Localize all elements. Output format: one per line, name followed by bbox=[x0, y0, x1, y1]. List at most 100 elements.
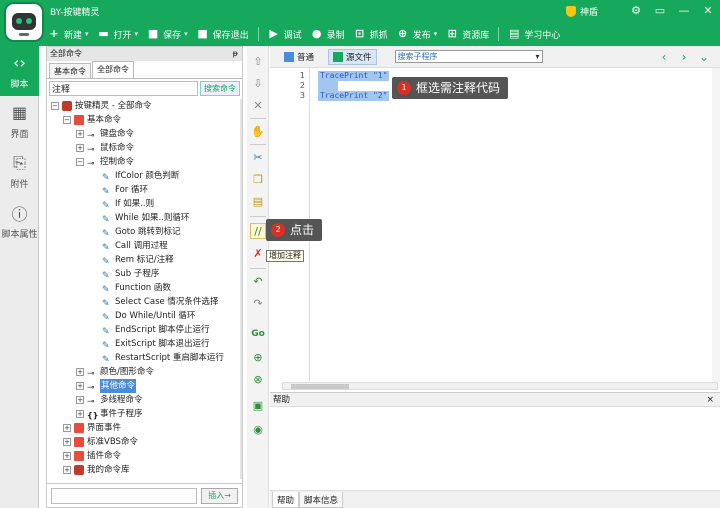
expand-icon[interactable]: + bbox=[63, 438, 71, 446]
tree-item[interactable]: + 插件命令 bbox=[63, 449, 121, 463]
copy-icon[interactable]: ❐ bbox=[250, 172, 266, 188]
tab-help[interactable]: 帮助 bbox=[272, 492, 300, 508]
tree-item[interactable]: + 键盘命令 bbox=[76, 127, 134, 141]
expand-icon[interactable]: + bbox=[63, 452, 71, 460]
chevron-left-icon[interactable]: ‹ bbox=[654, 49, 674, 65]
toolbar-button-8[interactable]: ⊞ 资源库 bbox=[446, 28, 490, 41]
tree-item[interactable]: − 控制命令 bbox=[76, 155, 134, 169]
tree-scrollbar[interactable] bbox=[240, 99, 242, 479]
tree-item[interactable]: Do While/Until 循环 bbox=[102, 309, 195, 323]
code-editor[interactable]: 123 TracePrint "1" TracePrint "2" bbox=[270, 68, 720, 390]
collapse-icon[interactable]: − bbox=[76, 158, 84, 166]
tree-item[interactable]: +{} 事件子程序 bbox=[76, 407, 143, 421]
expand-icon[interactable]: + bbox=[76, 396, 84, 404]
tab-source-file[interactable]: 源文件 bbox=[328, 48, 377, 65]
command-search-input[interactable] bbox=[49, 80, 198, 96]
paste-icon[interactable]: ▤ bbox=[250, 194, 266, 210]
editor-horizontal-scrollbar[interactable] bbox=[282, 382, 718, 390]
delete-icon[interactable]: ✕ bbox=[250, 98, 266, 114]
toolbar-button-5[interactable]: ● 录制 bbox=[311, 28, 345, 41]
close-icon[interactable]: ✕ bbox=[696, 0, 720, 22]
expand-icon[interactable]: + bbox=[76, 410, 84, 418]
tree-item-label: Do While/Until 循环 bbox=[115, 311, 196, 321]
tree-item[interactable]: Function 函数 bbox=[102, 281, 171, 295]
insert-input[interactable] bbox=[51, 487, 198, 504]
nav-item-0[interactable]: ‹› 脚本 bbox=[0, 46, 39, 96]
tree-item[interactable]: + 标准VBS命令 bbox=[63, 435, 138, 449]
tree-item[interactable]: If 如果..则 bbox=[102, 197, 154, 211]
tree-item[interactable]: + 界面事件 bbox=[63, 421, 121, 435]
remove-comment-icon[interactable]: ✗ bbox=[250, 246, 266, 262]
screenshot-icon[interactable]: ▣ bbox=[250, 398, 266, 414]
insert-button[interactable]: 插入→ bbox=[201, 487, 238, 504]
tree-item[interactable]: RestartScript 重启脚本运行 bbox=[102, 351, 224, 365]
cut-icon[interactable]: ✂ bbox=[250, 150, 266, 166]
search-command-button[interactable]: 搜索命令 bbox=[200, 80, 240, 96]
tree-item[interactable]: − 基本命令 bbox=[63, 113, 121, 127]
subroutine-search-select[interactable]: 搜索子程序 bbox=[394, 50, 543, 63]
close-icon[interactable]: × bbox=[706, 393, 714, 407]
tree-item[interactable]: For 循环 bbox=[102, 183, 148, 197]
nav-item-1[interactable]: ▦ 界面 bbox=[0, 96, 39, 146]
tree-item[interactable]: IfColor 颜色判断 bbox=[102, 169, 179, 183]
hand-icon[interactable]: ✋ bbox=[250, 124, 266, 140]
collapse-icon[interactable]: − bbox=[51, 102, 59, 110]
toolbar-button-3[interactable]: ■ 保存退出 bbox=[197, 28, 248, 41]
chevron-right-icon[interactable]: › bbox=[674, 49, 694, 65]
arrow-up-icon[interactable]: ⇧ bbox=[250, 54, 266, 70]
toolbar-button-2[interactable]: ■ 保存 ▾ bbox=[147, 28, 188, 41]
nav-item-3[interactable]: ⓘ 脚本属性 bbox=[0, 196, 39, 246]
tree-item[interactable]: Sub 子程序 bbox=[102, 267, 159, 281]
tree-item[interactable]: − 按键精灵 - 全部命令 bbox=[51, 99, 151, 113]
chevron-down-icon[interactable]: ⌄ bbox=[694, 49, 714, 65]
find-icon[interactable]: ⊕ bbox=[250, 350, 266, 366]
expand-icon[interactable]: + bbox=[76, 130, 84, 138]
tab-basic-commands[interactable]: 基本命令 bbox=[49, 63, 91, 78]
expand-icon[interactable]: + bbox=[63, 424, 71, 432]
replace-icon[interactable]: ⊗ bbox=[250, 372, 266, 388]
vip-badge[interactable]: 神盾 bbox=[565, 5, 598, 18]
expand-icon[interactable]: + bbox=[76, 144, 84, 152]
add-comment-icon[interactable]: // bbox=[250, 223, 266, 239]
editor-vertical-scrollbar[interactable] bbox=[712, 68, 720, 382]
toolbar-button-7[interactable]: ⊕ 发布 ▾ bbox=[397, 28, 437, 41]
toolbar-button-6[interactable]: ⊡ 抓抓 bbox=[354, 28, 388, 41]
tree-item[interactable]: ExitScript 脚本退出运行 bbox=[102, 337, 209, 351]
tree-item[interactable]: + 我的命令库 bbox=[63, 463, 130, 477]
tree-item[interactable]: Goto 跳转到标记 bbox=[102, 225, 181, 239]
toolbar-button-4[interactable]: ▶ 调试 bbox=[268, 28, 301, 41]
tree-item[interactable]: Select Case 情况条件选择 bbox=[102, 295, 218, 309]
settings-icon[interactable]: ⚙ bbox=[624, 0, 648, 22]
collapse-icon[interactable]: − bbox=[63, 116, 71, 124]
code-line[interactable]: TracePrint "2" bbox=[318, 91, 390, 101]
tab-script-info[interactable]: 脚本信息 bbox=[299, 492, 344, 508]
tree-item[interactable]: + 鼠标命令 bbox=[76, 141, 134, 155]
undo-icon[interactable]: ↶ bbox=[250, 274, 266, 290]
tab-all-commands[interactable]: 全部命令 bbox=[92, 61, 134, 78]
arrow-down-icon[interactable]: ⇩ bbox=[250, 76, 266, 92]
toolbar-button-0[interactable]: + 新建 ▾ bbox=[48, 28, 88, 41]
pen-icon bbox=[102, 185, 112, 195]
expand-icon[interactable]: + bbox=[76, 368, 84, 376]
tab-normal-view[interactable]: 普通 bbox=[280, 49, 318, 65]
skin-icon[interactable]: ▭ bbox=[648, 0, 672, 22]
minimize-icon[interactable]: — bbox=[672, 0, 696, 22]
tree-item[interactable]: + 颜色/图形命令 bbox=[76, 365, 154, 379]
toolbar-button-9[interactable]: ▤ 学习中心 bbox=[508, 28, 560, 41]
tree-item[interactable]: + 多线程命令 bbox=[76, 393, 143, 407]
goto-icon[interactable]: Go bbox=[250, 326, 266, 342]
tree-item[interactable]: Rem 标记/注释 bbox=[102, 253, 174, 267]
eye-icon[interactable]: ◉ bbox=[250, 422, 266, 438]
pin-icon[interactable]: ᵽ bbox=[233, 47, 238, 61]
toolbar-button-1[interactable]: ▬ 打开 ▾ bbox=[98, 28, 138, 41]
nav-item-2[interactable]: ⎘ 附件 bbox=[0, 146, 39, 196]
code-line[interactable] bbox=[318, 81, 338, 91]
code-line[interactable]: TracePrint "1" bbox=[318, 71, 390, 81]
tree-item[interactable]: Call 调用过程 bbox=[102, 239, 168, 253]
tree-item[interactable]: EndScript 脚本停止运行 bbox=[102, 323, 210, 337]
redo-icon[interactable]: ↷ bbox=[250, 296, 266, 312]
expand-icon[interactable]: + bbox=[63, 466, 71, 474]
tree-item[interactable]: + 其他命令 bbox=[76, 379, 137, 393]
tree-item[interactable]: While 如果..则循环 bbox=[102, 211, 189, 225]
expand-icon[interactable]: + bbox=[76, 382, 84, 390]
